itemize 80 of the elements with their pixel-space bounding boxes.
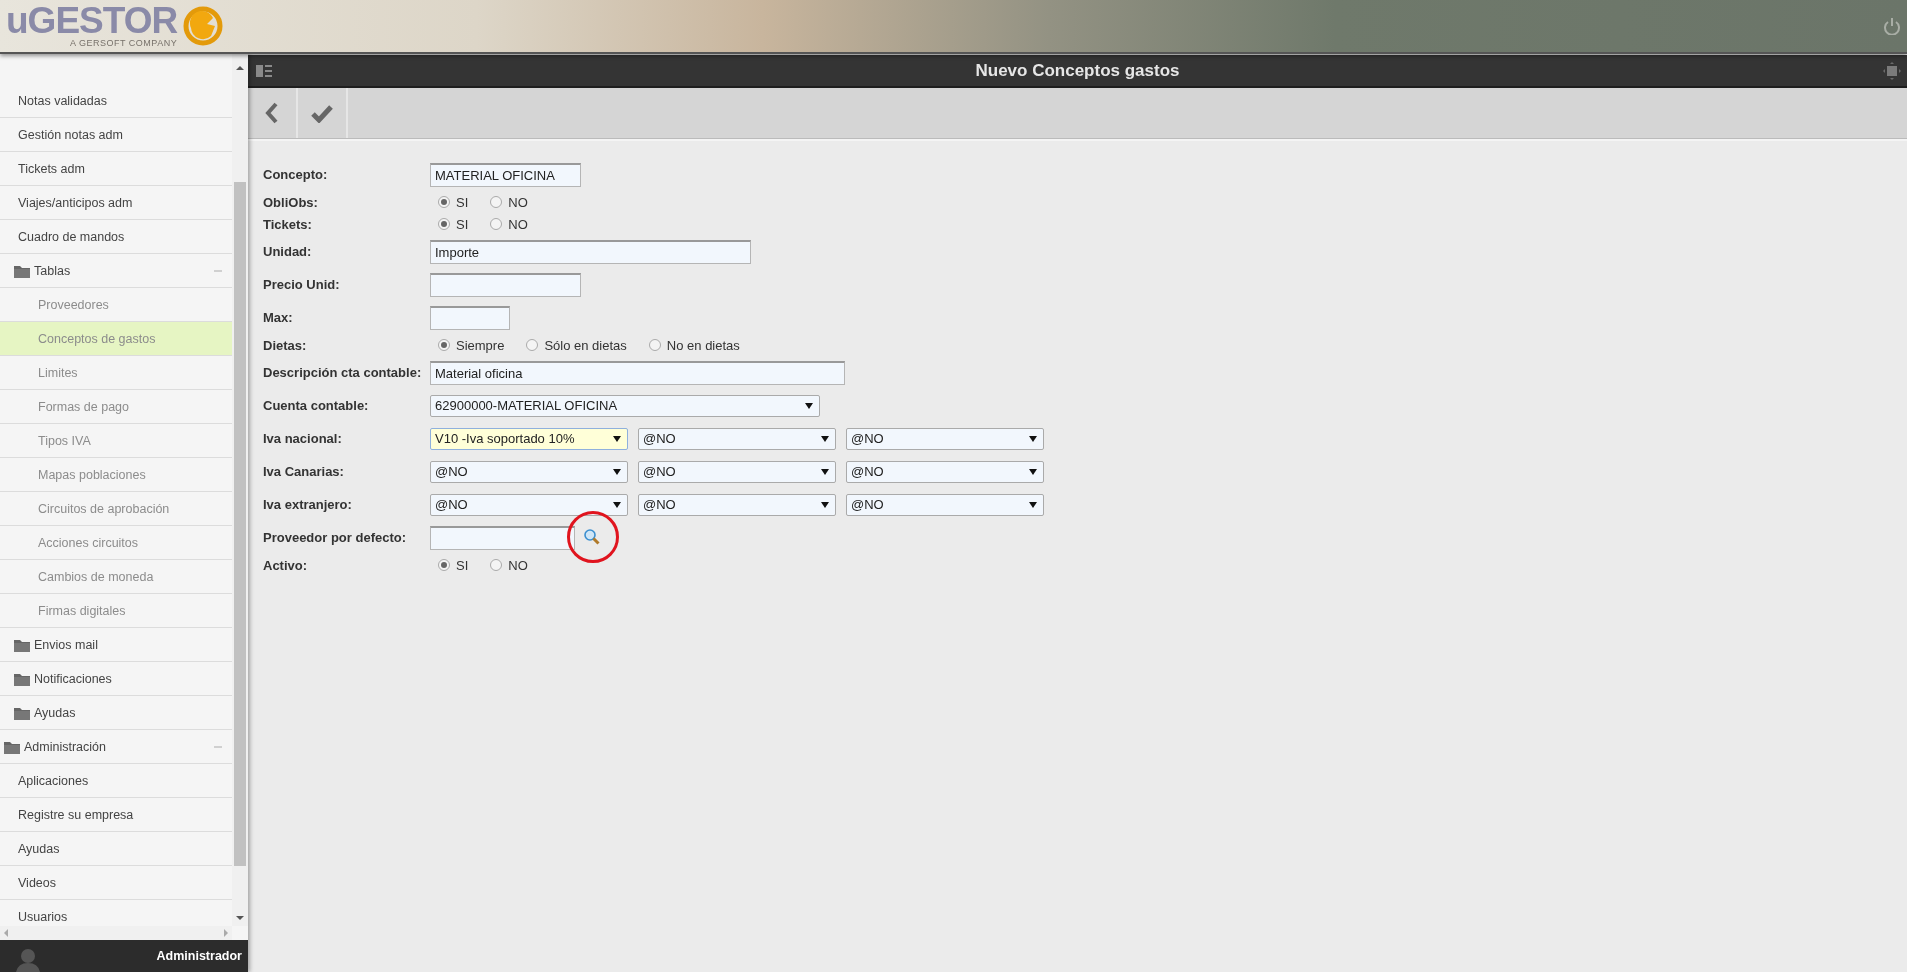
sidebar-toggle-icon[interactable] [256,63,272,78]
dropdown[interactable]: @NO [638,460,836,483]
page-title: Nuevo Conceptos gastos [975,60,1180,81]
dropdown[interactable]: @NO [846,460,1044,483]
radio-button[interactable] [526,339,539,351]
text-field[interactable] [430,525,575,550]
caret-icon [1029,435,1037,442]
dropdown[interactable]: 62900000-MATERIAL OFICINA [430,394,820,417]
radio-label: SI [456,557,469,573]
folder-icon [14,671,30,686]
dropdown[interactable]: @NO [430,460,628,483]
sidebar-folder[interactable]: Notificaciones [0,662,232,696]
radio-label: NO [508,557,528,573]
radio-button[interactable] [648,339,661,351]
field-label: Dietas: [263,337,308,353]
radio-button[interactable] [438,559,450,571]
radio-button[interactable] [438,218,450,230]
text-field[interactable] [430,272,581,297]
radio-label: SI [456,194,469,210]
avatar-icon [16,948,40,972]
caret-icon [821,468,829,475]
field-label: Iva extranjero: [263,497,353,512]
radio-label: Sólo en dietas [544,337,627,353]
radio-button[interactable] [438,196,450,208]
caret-icon [805,402,813,409]
radio-label: NO [508,216,528,232]
radio-button[interactable] [490,196,503,208]
power-icon[interactable] [1883,17,1901,35]
caret-icon [821,435,829,442]
dropdown[interactable]: @NO [846,493,1044,516]
check-icon [311,103,333,123]
folder-icon [14,263,30,278]
field-label: Iva Canarias: [263,464,345,479]
text-field[interactable]: Importe [430,239,751,264]
caret-icon [613,501,621,508]
sidebar-folder[interactable]: Ayudas [0,696,232,730]
field-label: Unidad: [263,244,313,259]
sidebar-folder[interactable]: Tablas [0,254,232,288]
field-label: Cuenta contable: [263,398,370,413]
scrollbar[interactable] [0,926,232,940]
sidebar-folder[interactable]: Envios mail [0,628,232,662]
radio-button[interactable] [438,339,450,351]
folder-icon [14,705,30,720]
radio-button[interactable] [490,559,503,571]
radio-label: NO [508,194,528,210]
field-label: Proveedor por defecto: [263,530,408,545]
dropdown[interactable]: V10 -Iva soportado 10% [430,427,628,450]
radio-button[interactable] [490,218,503,230]
search-icon [582,527,600,545]
caret-icon [821,501,829,508]
logo-tagline: A GERSOFT COMPANY [70,38,178,48]
field-label: Max: [263,310,294,325]
user-name: Administrador [156,949,242,963]
field-label: Descripción cta contable: [263,365,423,380]
field-label: Precio Unid: [263,277,341,292]
dropdown[interactable]: @NO [430,493,628,516]
text-field[interactable] [430,305,510,330]
radio-label: SI [456,216,469,232]
sidebar-folder[interactable]: Administración [0,730,232,764]
field-label: Concepto: [263,167,329,182]
radio-label: No en dietas [666,337,740,353]
field-label: ObliObs: [263,194,319,210]
scrollbar[interactable] [232,54,248,926]
text-field[interactable]: Material oficina [430,360,845,385]
caret-icon [613,435,621,442]
field-label: Tickets: [263,216,313,232]
field-label: Iva nacional: [263,431,343,446]
folder-icon [4,739,20,754]
move-icon[interactable] [1883,61,1901,80]
folder-icon [14,637,30,652]
logo-text: uGESTOR [6,4,178,38]
caret-icon [1029,468,1037,475]
caret-icon [613,468,621,475]
dropdown[interactable]: @NO [638,427,836,450]
caret-icon [1029,501,1037,508]
text-field[interactable]: MATERIAL OFICINA [430,162,581,187]
radio-label: Siempre [456,337,505,353]
dropdown[interactable]: @NO [846,427,1044,450]
dropdown[interactable]: @NO [638,493,836,516]
field-label: Activo: [263,557,309,573]
